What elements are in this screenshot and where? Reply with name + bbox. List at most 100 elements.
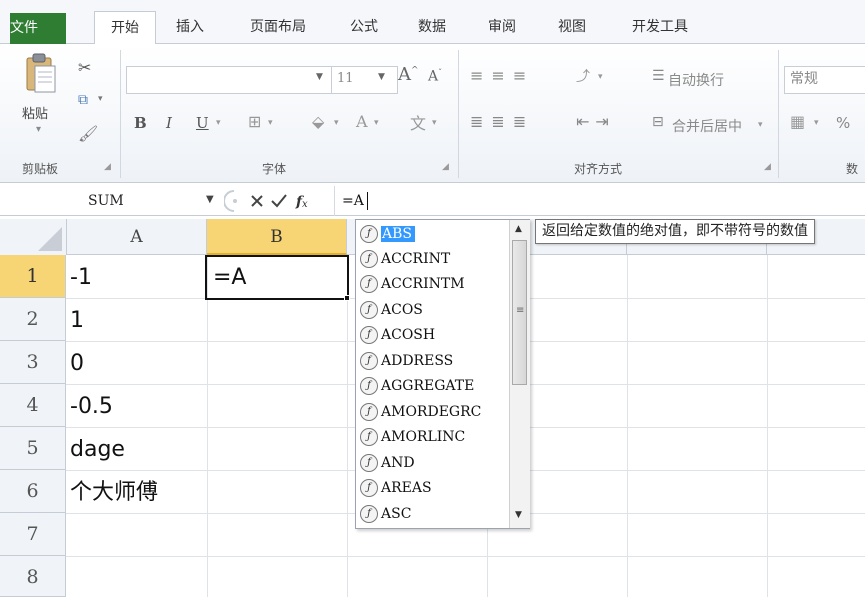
name-box[interactable]: SUM [10,190,215,212]
name-box-dropdown-icon[interactable]: ▼ [206,194,214,205]
paste-button[interactable] [22,52,58,94]
autocomplete-item[interactable]: ƒ ACOSH [360,323,506,348]
active-cell-b1[interactable]: =A [205,255,349,300]
function-icon: ƒ [360,505,378,523]
font-launcher-icon[interactable]: ◢ [442,162,449,172]
cell-a4[interactable]: -0.5 [70,385,113,428]
select-all-button[interactable] [0,219,67,255]
row-header-5[interactable]: 5 [0,427,66,470]
cell-a5[interactable]: dage [70,428,125,471]
orientation-icon[interactable]: ⤴ [576,66,590,86]
accounting-format-icon[interactable]: ▦ [790,112,805,131]
bold-button[interactable]: B [134,114,147,132]
column-header-b[interactable]: B [207,219,347,255]
fill-handle[interactable] [344,295,350,301]
tab-insert[interactable]: 插入 [168,11,212,44]
merge-dropdown-icon[interactable]: ▾ [758,120,763,130]
border-icon[interactable]: ⊞ [248,112,261,131]
column-header-a[interactable]: A [67,219,207,255]
autocomplete-item[interactable]: ƒ AREAS [360,476,506,501]
autocomplete-item[interactable]: ƒ AGGREGATE [360,374,506,399]
autocomplete-item[interactable]: ƒ ACOS [360,298,506,323]
tab-view[interactable]: 视图 [550,11,594,44]
accounting-dropdown-icon[interactable]: ▾ [814,118,819,128]
font-size-dropdown-icon[interactable]: ▼ [378,72,385,82]
font-color-icon[interactable]: A [356,112,368,131]
font-name-combobox[interactable] [126,66,338,94]
alignment-launcher-icon[interactable]: ◢ [764,162,771,172]
font-size-combobox[interactable]: 11 [331,66,398,94]
text-caret [367,192,368,210]
autocomplete-scrollbar[interactable]: ▲ ≡ ▼ [509,220,530,528]
horizontal-align-icons[interactable]: ≣≣≣ [470,112,534,131]
tab-file[interactable]: 文件 [10,13,66,44]
autocomplete-item[interactable]: ƒ ASC [360,502,506,527]
ribbon-home [0,44,865,183]
indent-icons[interactable]: ⇤⇥ [576,112,615,131]
autocomplete-item[interactable]: ƒ AND [360,451,506,476]
row-header-2[interactable]: 2 [0,298,66,341]
percent-button[interactable]: % [836,114,850,132]
row-header-3[interactable]: 3 [0,341,66,384]
cell-a1[interactable]: -1 [70,256,92,299]
fill-color-dropdown-icon[interactable]: ▾ [334,118,339,128]
number-format-combobox[interactable]: 常规 [784,66,865,94]
cut-icon[interactable]: ✂ [78,58,91,77]
tab-page-layout[interactable]: 页面布局 [238,11,318,44]
scroll-down-icon[interactable]: ▼ [515,510,522,520]
underline-button[interactable]: U [196,114,209,132]
function-icon: ƒ [360,377,378,395]
underline-dropdown-icon[interactable]: ▾ [216,118,221,128]
tab-data[interactable]: 数据 [410,11,454,44]
font-color-dropdown-icon[interactable]: ▾ [374,118,379,128]
border-dropdown-icon[interactable]: ▾ [268,118,273,128]
select-all-icon [38,227,62,251]
copy-icon[interactable]: ⧉ [78,92,88,108]
cell-a3[interactable]: 0 [70,342,84,385]
tab-formulas[interactable]: 公式 [342,11,386,44]
function-icon: ƒ [360,352,378,370]
scroll-up-icon[interactable]: ▲ [515,224,522,234]
scrollbar-thumb[interactable]: ≡ [512,240,527,385]
enter-icon[interactable] [272,189,292,213]
copy-dropdown-icon[interactable]: ▾ [98,94,103,104]
autocomplete-item[interactable]: ƒ AMORDEGRC [360,400,506,425]
phonetic-icon[interactable]: ⽂ [410,110,426,134]
tab-review[interactable]: 审阅 [480,11,524,44]
row-header-1[interactable]: 1 [0,255,66,298]
italic-button[interactable]: I [166,114,172,132]
alignment-group-label: 对齐方式 [574,162,623,176]
wrap-text-icon[interactable]: ☰ [652,68,665,84]
autocomplete-item[interactable]: ƒ ACCRINT [360,247,506,272]
grow-font-icon[interactable]: A^ [398,64,419,85]
merge-center-icon[interactable]: ⊟ [652,114,664,130]
cell-a6[interactable]: 个大师傅 [70,471,158,514]
paste-label: 粘贴 [22,107,49,122]
tab-home[interactable]: 开始 [94,11,156,46]
cancel-icon[interactable] [249,189,273,213]
orientation-dropdown-icon[interactable]: ▾ [598,72,603,82]
formula-input[interactable]: =A [342,190,364,212]
merge-center-button[interactable]: 合并后居中 [672,116,742,136]
autocomplete-item[interactable]: ƒ ABS [360,222,506,247]
clipboard-icon [26,53,56,93]
paste-dropdown-icon[interactable]: ▾ [36,124,41,135]
tab-developer[interactable]: 开发工具 [620,11,700,44]
row-header-6[interactable]: 6 [0,470,66,513]
phonetic-dropdown-icon[interactable]: ▾ [432,118,437,128]
insert-function-icon[interactable] [294,189,316,213]
clipboard-launcher-icon[interactable]: ◢ [104,162,111,172]
format-painter-icon[interactable]: 🖌 [78,124,98,143]
row-header-7[interactable]: 7 [0,513,66,556]
autocomplete-item[interactable]: ƒ ACCRINTM [360,272,506,297]
font-name-dropdown-icon[interactable]: ▼ [316,72,323,82]
shrink-font-icon[interactable]: Aˇ [428,68,442,85]
vertical-align-icons[interactable]: ≡≡≡ [470,66,534,85]
row-header-8[interactable]: 8 [0,556,66,597]
row-header-4[interactable]: 4 [0,384,66,427]
cell-a2[interactable]: 1 [70,299,84,342]
autocomplete-item[interactable]: ƒ ADDRESS [360,349,506,374]
wrap-text-button[interactable]: 自动换行 [668,70,724,90]
fill-color-icon[interactable]: ⬙ [312,112,324,131]
autocomplete-item[interactable]: ƒ AMORLINC [360,425,506,450]
